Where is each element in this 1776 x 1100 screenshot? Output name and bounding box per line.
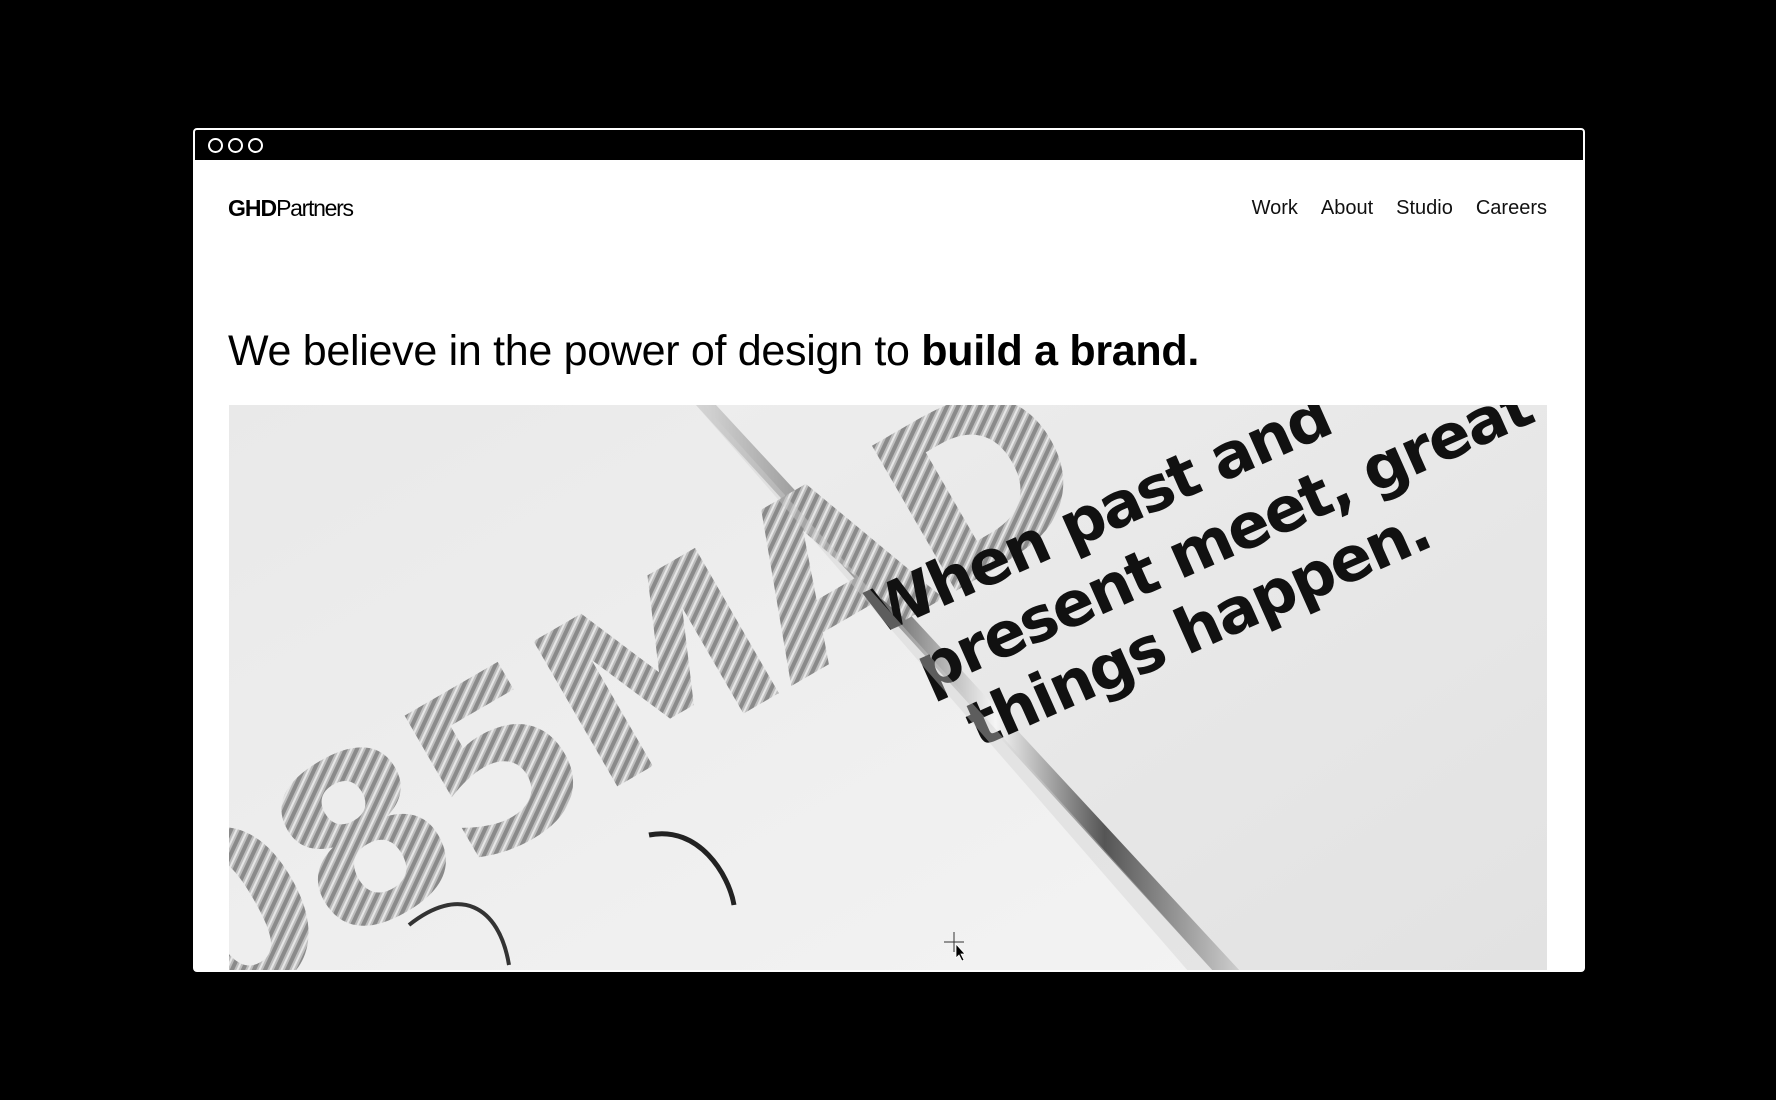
logo-light-text: Partners — [276, 194, 354, 221]
hero-photo-illustration: 085MAD When past and present meet, great… — [229, 405, 1547, 970]
headline-regular: We believe in the power of design to — [228, 326, 922, 375]
window-titlebar — [195, 130, 1583, 160]
hero-headline: We believe in the power of design to bui… — [228, 327, 1199, 376]
site-logo[interactable]: GHDPartners — [228, 194, 354, 222]
logo-bold-text: GHD — [228, 194, 277, 221]
nav-link-careers[interactable]: Careers — [1476, 197, 1547, 220]
hero-image[interactable]: 085MAD When past and present meet, great… — [229, 405, 1547, 970]
nav-link-studio[interactable]: Studio — [1396, 197, 1453, 220]
site-header: GHDPartners Work About Studio Careers — [228, 188, 1547, 228]
nav-link-about[interactable]: About — [1321, 197, 1373, 220]
browser-window: GHDPartners Work About Studio Careers We… — [193, 128, 1585, 972]
webpage: GHDPartners Work About Studio Careers We… — [195, 160, 1583, 970]
nav-link-work[interactable]: Work — [1252, 197, 1298, 220]
crosshair-cursor-icon — [944, 932, 966, 962]
window-maximize-button[interactable] — [248, 137, 263, 153]
window-close-button[interactable] — [208, 137, 223, 153]
headline-bold: build a brand. — [921, 326, 1199, 375]
main-nav: Work About Studio Careers — [1252, 197, 1547, 220]
window-minimize-button[interactable] — [228, 137, 243, 153]
